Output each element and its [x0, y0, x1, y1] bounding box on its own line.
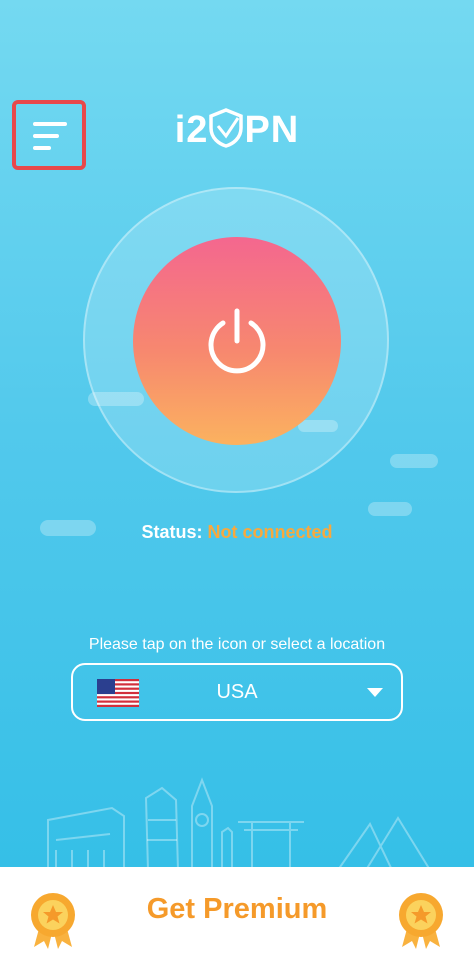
power-icon [208, 308, 266, 374]
shield-icon [209, 108, 244, 148]
logo-text-left: i2 [174, 109, 209, 151]
connect-power-button[interactable] [133, 237, 341, 445]
cloud-decoration [390, 454, 438, 468]
app-logo: i2 PN [0, 108, 474, 152]
status-value: Not connected [207, 522, 333, 542]
medal-star-icon [399, 893, 443, 949]
caret-down-icon [367, 688, 383, 697]
cloud-decoration [368, 502, 412, 516]
connection-status: Status: Not connected [0, 522, 474, 543]
location-selector[interactable]: USA [71, 663, 403, 721]
selected-location: USA [216, 681, 258, 703]
premium-footer[interactable]: Get Premium [0, 867, 474, 957]
logo-text-right: PN [244, 109, 300, 151]
app-screen: i2 PN Status: Not connected Please tap on… [0, 0, 474, 957]
status-label: Status: [141, 522, 203, 542]
location-hint: Please tap on the icon or select a locat… [88, 636, 386, 653]
landmarks-skyline-decoration [47, 777, 431, 870]
